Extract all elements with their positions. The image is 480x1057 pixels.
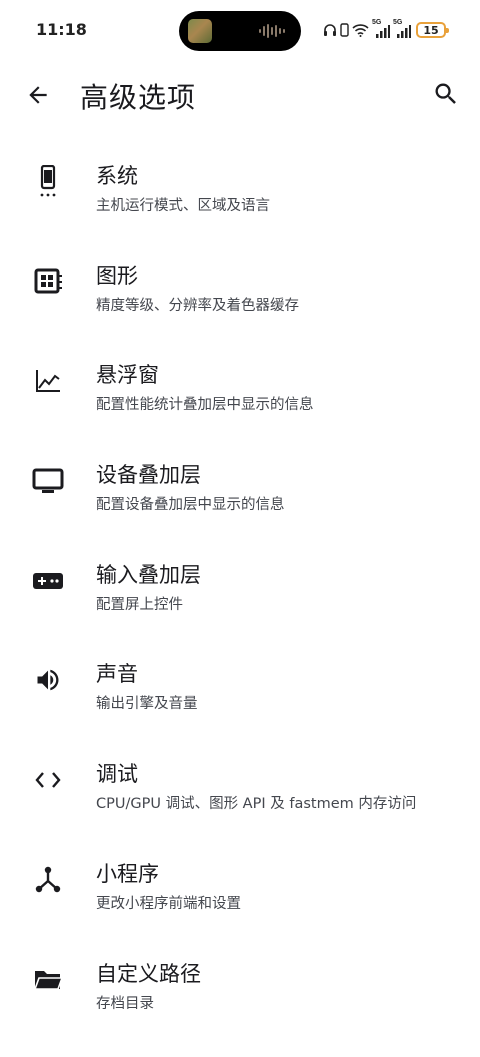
item-title: 悬浮窗 — [96, 363, 159, 388]
battery-level: 15 — [423, 23, 439, 37]
audio-waveform-icon — [259, 24, 285, 38]
volume-icon — [30, 662, 66, 698]
setting-item-custom-paths[interactable]: 自定义路径 存档目录 — [0, 934, 480, 1034]
item-title: 设备叠加层 — [96, 463, 201, 488]
dynamic-island[interactable] — [179, 11, 301, 51]
setting-item-debug[interactable]: 调试 CPU/GPU 调试、图形 API 及 fastmem 内存访问 — [0, 734, 480, 834]
item-title: 输入叠加层 — [96, 562, 201, 587]
setting-item-applets[interactable]: 小程序 更改小程序前端和设置 — [0, 834, 480, 934]
item-title: 系统 — [96, 164, 138, 188]
item-title: 小程序 — [96, 861, 159, 886]
item-subtitle: 配置性能统计叠加层中显示的信息 — [96, 397, 314, 414]
settings-list: 系统 主机运行模式、区域及语言 图形 精度等级、分辨率及着色器缓存 悬浮窗 配置… — [0, 136, 480, 1033]
media-thumbnail — [188, 19, 212, 43]
monitor-icon — [30, 463, 66, 499]
chart-icon — [30, 363, 66, 399]
back-button[interactable] — [18, 75, 58, 115]
item-subtitle: 精度等级、分辨率及着色器缓存 — [96, 297, 299, 314]
vibrate-icon — [340, 23, 349, 37]
setting-item-overlay[interactable]: 悬浮窗 配置性能统计叠加层中显示的信息 — [0, 335, 480, 435]
item-subtitle: 更改小程序前端和设置 — [96, 895, 241, 912]
applet-icon — [30, 862, 66, 898]
folder-icon — [30, 962, 66, 998]
item-subtitle: 输出引擎及音量 — [96, 696, 198, 713]
setting-item-audio[interactable]: 声音 输出引擎及音量 — [0, 634, 480, 734]
app-bar: 高级选项 — [0, 60, 480, 130]
status-icons: 5G 5G 15 — [323, 19, 449, 40]
phone-icon — [30, 164, 66, 200]
item-title: 调试 — [96, 762, 138, 787]
item-subtitle: 配置屏上控件 — [96, 596, 183, 613]
item-subtitle: 存档目录 — [96, 995, 154, 1012]
status-bar: 11:18 5G 5G 15 — [0, 0, 480, 60]
item-title: 图形 — [96, 263, 138, 288]
headphones-icon — [324, 24, 336, 36]
code-icon — [30, 762, 66, 798]
gamepad-icon — [30, 563, 66, 599]
page-title: 高级选项 — [80, 81, 197, 114]
wifi-icon — [352, 24, 369, 37]
setting-item-device-overlay[interactable]: 设备叠加层 配置设备叠加层中显示的信息 — [0, 435, 480, 535]
item-subtitle: 配置设备叠加层中显示的信息 — [96, 497, 285, 514]
item-subtitle: CPU/GPU 调试、图形 API 及 fastmem 内存访问 — [96, 796, 417, 813]
setting-item-input-overlay[interactable]: 输入叠加层 配置屏上控件 — [0, 535, 480, 635]
signal-label: 5G — [393, 19, 403, 26]
item-title: 自定义路径 — [96, 961, 201, 986]
search-button[interactable] — [426, 74, 466, 114]
signal-label: 5G — [372, 19, 382, 26]
setting-item-graphics[interactable]: 图形 精度等级、分辨率及着色器缓存 — [0, 236, 480, 336]
battery-icon: 15 — [416, 22, 449, 38]
signal-icon: 5G — [372, 19, 390, 38]
item-subtitle: 主机运行模式、区域及语言 — [96, 198, 270, 214]
signal-icon: 5G — [393, 19, 411, 38]
item-title: 声音 — [96, 662, 138, 687]
chip-icon — [30, 264, 66, 300]
arrow-back-icon — [29, 86, 47, 104]
setting-item-system[interactable]: 系统 主机运行模式、区域及语言 — [0, 136, 480, 236]
status-time: 11:18 — [36, 20, 87, 39]
search-icon — [435, 83, 456, 104]
